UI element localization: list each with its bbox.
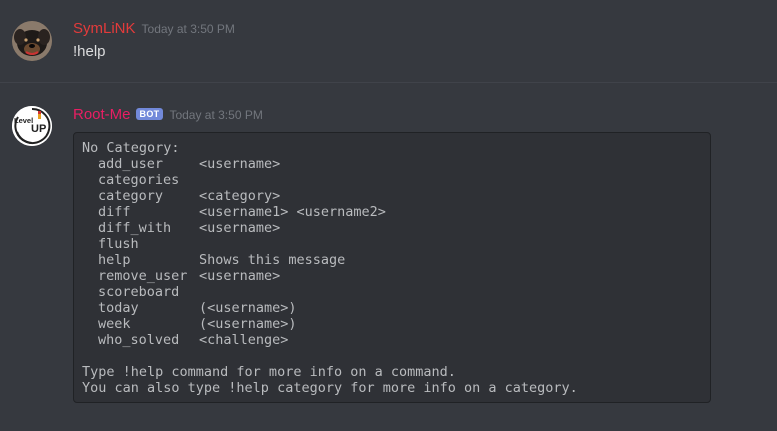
command-args: <username> [199, 220, 281, 236]
level-up-logo-avatar-icon: Level UP [12, 106, 52, 146]
bot-tag: BOT [135, 108, 164, 120]
username[interactable]: SymLiNK [73, 20, 136, 37]
message-text: !help [73, 43, 106, 60]
command-args: Shows this message [199, 252, 346, 268]
command-name: week [98, 316, 131, 332]
command-args: <username> [199, 268, 281, 284]
command-row: add_user <username> [82, 156, 702, 172]
logo-text-up: UP [31, 123, 46, 135]
command-args: <challenge> [199, 332, 289, 348]
message-symlink: SymLiNK Today at 3:50 PM !help [0, 0, 777, 82]
code-footer-line: You can also type !help category for mor… [82, 380, 578, 396]
message-root-me: Level UP Root-Me BOT Today at 3:50 PM No… [0, 84, 777, 431]
command-name: add_user [98, 156, 164, 172]
message-divider [0, 82, 777, 83]
command-row: scoreboard [82, 284, 702, 300]
command-row: remove_user <username> [82, 268, 702, 284]
command-row: week (<username>) [82, 316, 702, 332]
command-name: who_solved [98, 332, 180, 348]
command-name: help [98, 252, 131, 268]
timestamp: Today at 3:50 PM [169, 108, 263, 122]
command-name: categories [98, 172, 180, 188]
command-row: category <category> [82, 188, 702, 204]
command-row: categories [82, 172, 702, 188]
code-footer-line: Type !help command for more info on a co… [82, 364, 456, 380]
command-args: <username> [199, 156, 281, 172]
command-name: diff_with [98, 220, 172, 236]
message-header: Root-Me BOT Today at 3:50 PM [73, 106, 263, 123]
rottweiler-dog-avatar-icon [12, 21, 52, 61]
code-heading: No Category: [82, 140, 180, 156]
command-row: who_solved <challenge> [82, 332, 702, 348]
command-list: add_user <username> categories category <cat… [82, 156, 702, 348]
command-name: diff [98, 204, 131, 220]
command-row: help Shows this message [82, 252, 702, 268]
command-name: remove_user [98, 268, 188, 284]
command-args: <username1> <username2> [199, 204, 386, 220]
command-args: <category> [199, 188, 281, 204]
command-name: today [98, 300, 139, 316]
command-row: flush [82, 236, 702, 252]
command-row: today (<username>) [82, 300, 702, 316]
command-row: diff_with <username> [82, 220, 702, 236]
code-block: No Category: add_user <username> categorie… [73, 132, 711, 403]
command-args: (<username>) [199, 316, 297, 332]
message-header: SymLiNK Today at 3:50 PM [73, 20, 235, 37]
timestamp: Today at 3:50 PM [141, 22, 235, 36]
username[interactable]: Root-Me [73, 106, 131, 123]
command-name: flush [98, 236, 139, 252]
command-args: (<username>) [199, 300, 297, 316]
command-row: diff <username1> <username2> [82, 204, 702, 220]
command-name: scoreboard [98, 284, 180, 300]
bot-avatar[interactable]: Level UP [12, 106, 52, 146]
command-name: category [98, 188, 164, 204]
user-avatar[interactable] [12, 21, 52, 61]
